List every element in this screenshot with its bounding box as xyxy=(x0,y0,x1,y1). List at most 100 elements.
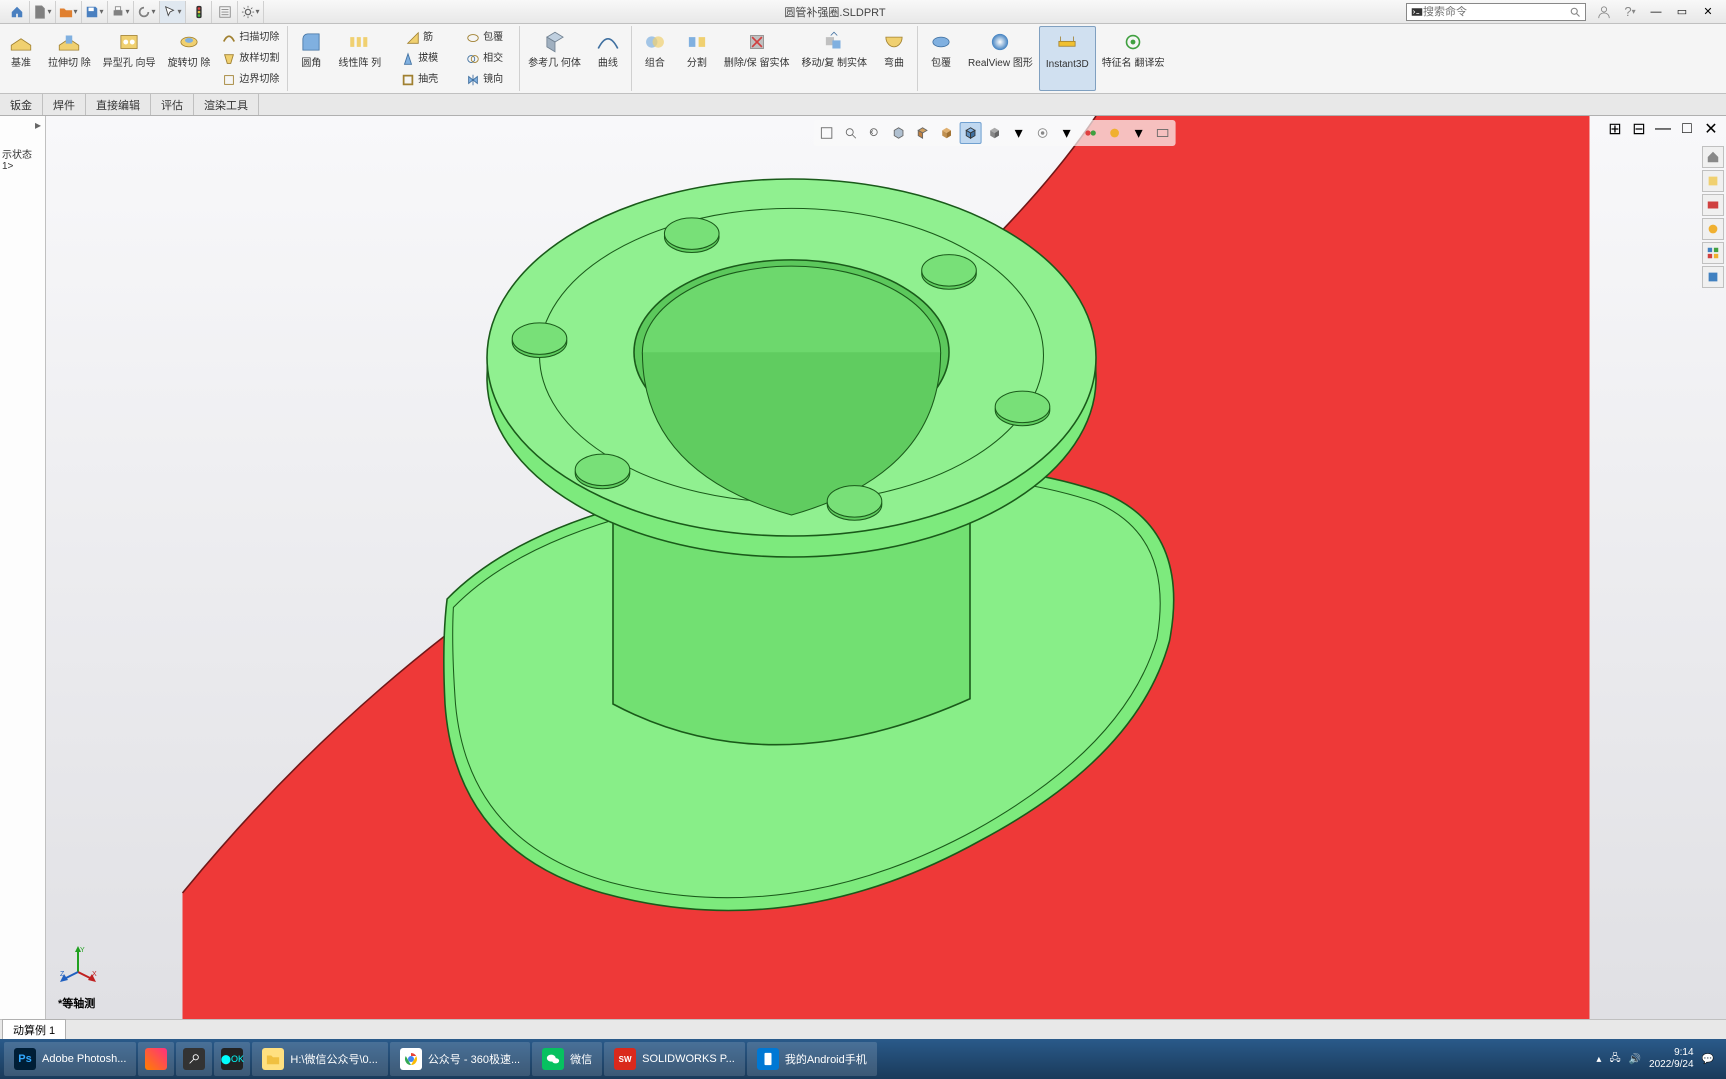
expand-tree-icon[interactable]: ▸ xyxy=(35,118,41,132)
tb-browser1[interactable] xyxy=(138,1042,174,1076)
vp-close-icon[interactable]: ✕ xyxy=(1700,118,1722,140)
tab-weldments[interactable]: 焊件 xyxy=(43,94,86,115)
edit-appearance-icon[interactable] xyxy=(1032,122,1054,144)
view-orientation-icon[interactable] xyxy=(912,122,934,144)
user-icon[interactable] xyxy=(1594,3,1614,21)
render-tools-icon[interactable] xyxy=(1104,122,1126,144)
ribbon-sweep-group: 扫描切除 放样切割 边界切除 xyxy=(216,26,285,91)
vp-minimize-icon[interactable]: — xyxy=(1652,118,1674,140)
ribbon-delete-body[interactable]: 删除/保 留实体 xyxy=(718,26,796,91)
ribbon-hole-wizard[interactable]: 异型孔 向导 xyxy=(97,26,162,91)
settings-icon[interactable]: ▾ xyxy=(238,1,264,23)
ribbon-linear-pattern[interactable]: 线性阵 列 xyxy=(332,26,387,91)
tab-evaluate[interactable]: 评估 xyxy=(151,94,194,115)
ribbon-shell[interactable]: 抽壳 xyxy=(401,70,438,89)
document-tabs: 动算例 1 xyxy=(0,1019,1726,1039)
ribbon-boss[interactable]: 基准 xyxy=(0,26,42,91)
tb-search-app[interactable] xyxy=(176,1042,212,1076)
ribbon-intersect[interactable]: 相交 xyxy=(466,49,503,68)
tab-direct-edit[interactable]: 直接编辑 xyxy=(86,94,151,115)
hide-show-icon[interactable]: ▾ xyxy=(1008,122,1030,144)
view-toolbar-more[interactable]: ▾ xyxy=(1128,122,1150,144)
ribbon-extrude-cut[interactable]: 拉伸切 除 xyxy=(42,26,97,91)
tray-volume-icon[interactable]: 🔊 xyxy=(1629,1054,1641,1065)
tray-notifications-icon[interactable]: 💬 xyxy=(1702,1054,1714,1065)
options-icon[interactable] xyxy=(212,1,238,23)
tp-appearances-icon[interactable] xyxy=(1702,266,1724,288)
shaded-with-edges-icon[interactable] xyxy=(960,122,982,144)
vp-maximize-icon[interactable]: □ xyxy=(1676,118,1698,140)
tp-design-library-icon[interactable] xyxy=(1702,194,1724,216)
tray-up-icon[interactable]: ▴ xyxy=(1596,1054,1601,1065)
ribbon-rib[interactable]: 筋 xyxy=(406,28,433,47)
tb-solidworks[interactable]: SWSOLIDWORKS P... xyxy=(604,1042,745,1076)
graphics-viewport[interactable]: ▾ ▾ ▾ ⊞ ⊟ — □ ✕ xyxy=(46,116,1726,1019)
ribbon-realview[interactable]: RealView 图形 xyxy=(962,26,1039,91)
ribbon-loft-cut[interactable]: 放样切割 xyxy=(222,49,279,68)
ribbon-fillet[interactable]: 圆角 xyxy=(290,26,332,91)
ribbon-flex[interactable]: 弯曲 xyxy=(873,26,915,91)
minimize-button[interactable]: — xyxy=(1646,3,1666,21)
tp-home-icon[interactable] xyxy=(1702,146,1724,168)
system-tray[interactable]: ▴ 🖧 🔊 9:14 2022/9/24 💬 xyxy=(1596,1047,1722,1071)
tray-clock[interactable]: 9:14 2022/9/24 xyxy=(1649,1047,1694,1071)
view-orientation-label: *等轴测 xyxy=(58,995,95,1011)
tb-360browser[interactable]: 公众号 - 360极速... xyxy=(390,1042,530,1076)
ribbon-split[interactable]: 分割 xyxy=(676,26,718,91)
tb-photoshop[interactable]: PsAdobe Photosh... xyxy=(4,1042,136,1076)
tab-sheetmetal[interactable]: 钣金 xyxy=(0,94,43,115)
apply-scene-icon[interactable]: ▾ xyxy=(1056,122,1078,144)
print-icon[interactable]: ▾ xyxy=(108,1,134,23)
shaded-icon[interactable] xyxy=(984,122,1006,144)
previous-view-icon[interactable] xyxy=(864,122,886,144)
tb-ok-app[interactable]: ⬤OK xyxy=(214,1042,250,1076)
open-file-icon[interactable]: ▾ xyxy=(56,1,82,23)
traffic-light-icon[interactable] xyxy=(186,1,212,23)
ribbon-mirror[interactable]: 镜向 xyxy=(466,70,503,89)
orientation-triad[interactable]: Y X Z xyxy=(58,944,98,989)
tp-file-explorer-icon[interactable] xyxy=(1702,218,1724,240)
ribbon-combine[interactable]: 组合 xyxy=(634,26,676,91)
new-file-icon[interactable]: ▾ xyxy=(30,1,56,23)
ribbon-swept-cut[interactable]: 扫描切除 xyxy=(222,28,279,47)
svg-text:X: X xyxy=(92,971,97,978)
maximize-button[interactable]: ▭ xyxy=(1672,3,1692,21)
ribbon-wrap[interactable]: 包覆 xyxy=(466,28,503,47)
ribbon-move-body[interactable]: 移动/复 制实体 xyxy=(795,26,873,91)
help-icon[interactable]: ?▾ xyxy=(1620,3,1640,21)
motion-study-tab[interactable]: 动算例 1 xyxy=(2,1019,66,1040)
ribbon-instant3d[interactable]: Instant3D xyxy=(1039,26,1096,91)
screen-capture-icon[interactable] xyxy=(1152,122,1174,144)
save-icon[interactable]: ▾ xyxy=(82,1,108,23)
ribbon-revolve-cut[interactable]: 旋转切 除 xyxy=(162,26,217,91)
zoom-fit-icon[interactable] xyxy=(816,122,838,144)
ribbon-rib-group: 筋 拔模 抽壳 xyxy=(387,26,452,91)
rebuild-icon[interactable]: ▾ xyxy=(134,1,160,23)
tb-explorer[interactable]: H:\微信公众号\0... xyxy=(252,1042,387,1076)
tray-network-icon[interactable]: 🖧 xyxy=(1609,1051,1620,1068)
display-style-icon[interactable] xyxy=(936,122,958,144)
close-button[interactable]: ✕ xyxy=(1698,3,1718,21)
tp-view-palette-icon[interactable] xyxy=(1702,242,1724,264)
tb-wechat[interactable]: 微信 xyxy=(532,1042,602,1076)
search-input[interactable] xyxy=(1423,6,1569,18)
select-icon[interactable]: ▾ xyxy=(160,1,186,23)
ribbon: 基准 拉伸切 除 异型孔 向导 旋转切 除 扫描切除 放样切割 边界切除 圆角 … xyxy=(0,24,1726,94)
search-box[interactable] xyxy=(1406,3,1586,21)
tb-phone-link[interactable]: 我的Android手机 xyxy=(747,1042,877,1076)
ribbon-boundary-cut[interactable]: 边界切除 xyxy=(222,70,279,89)
ribbon-curves[interactable]: 曲线 xyxy=(587,26,629,91)
zoom-area-icon[interactable] xyxy=(840,122,862,144)
ribbon-macro[interactable]: 特征名 翻译宏 xyxy=(1096,26,1171,91)
section-view-icon[interactable] xyxy=(888,122,910,144)
vp-split-icon[interactable]: ⊞ xyxy=(1604,118,1626,140)
tp-resources-icon[interactable] xyxy=(1702,170,1724,192)
tab-render[interactable]: 渲染工具 xyxy=(194,94,259,115)
view-settings-icon[interactable] xyxy=(1080,122,1102,144)
ribbon-ref-geometry[interactable]: 参考几 何体 xyxy=(522,26,587,91)
ribbon-wrap2[interactable]: 包覆 xyxy=(920,26,962,91)
ribbon-draft[interactable]: 拔模 xyxy=(401,49,438,68)
feature-tree-panel[interactable]: ▸ 示状态 1> xyxy=(0,116,46,1019)
vp-split2-icon[interactable]: ⊟ xyxy=(1628,118,1650,140)
home-icon[interactable] xyxy=(4,1,30,23)
